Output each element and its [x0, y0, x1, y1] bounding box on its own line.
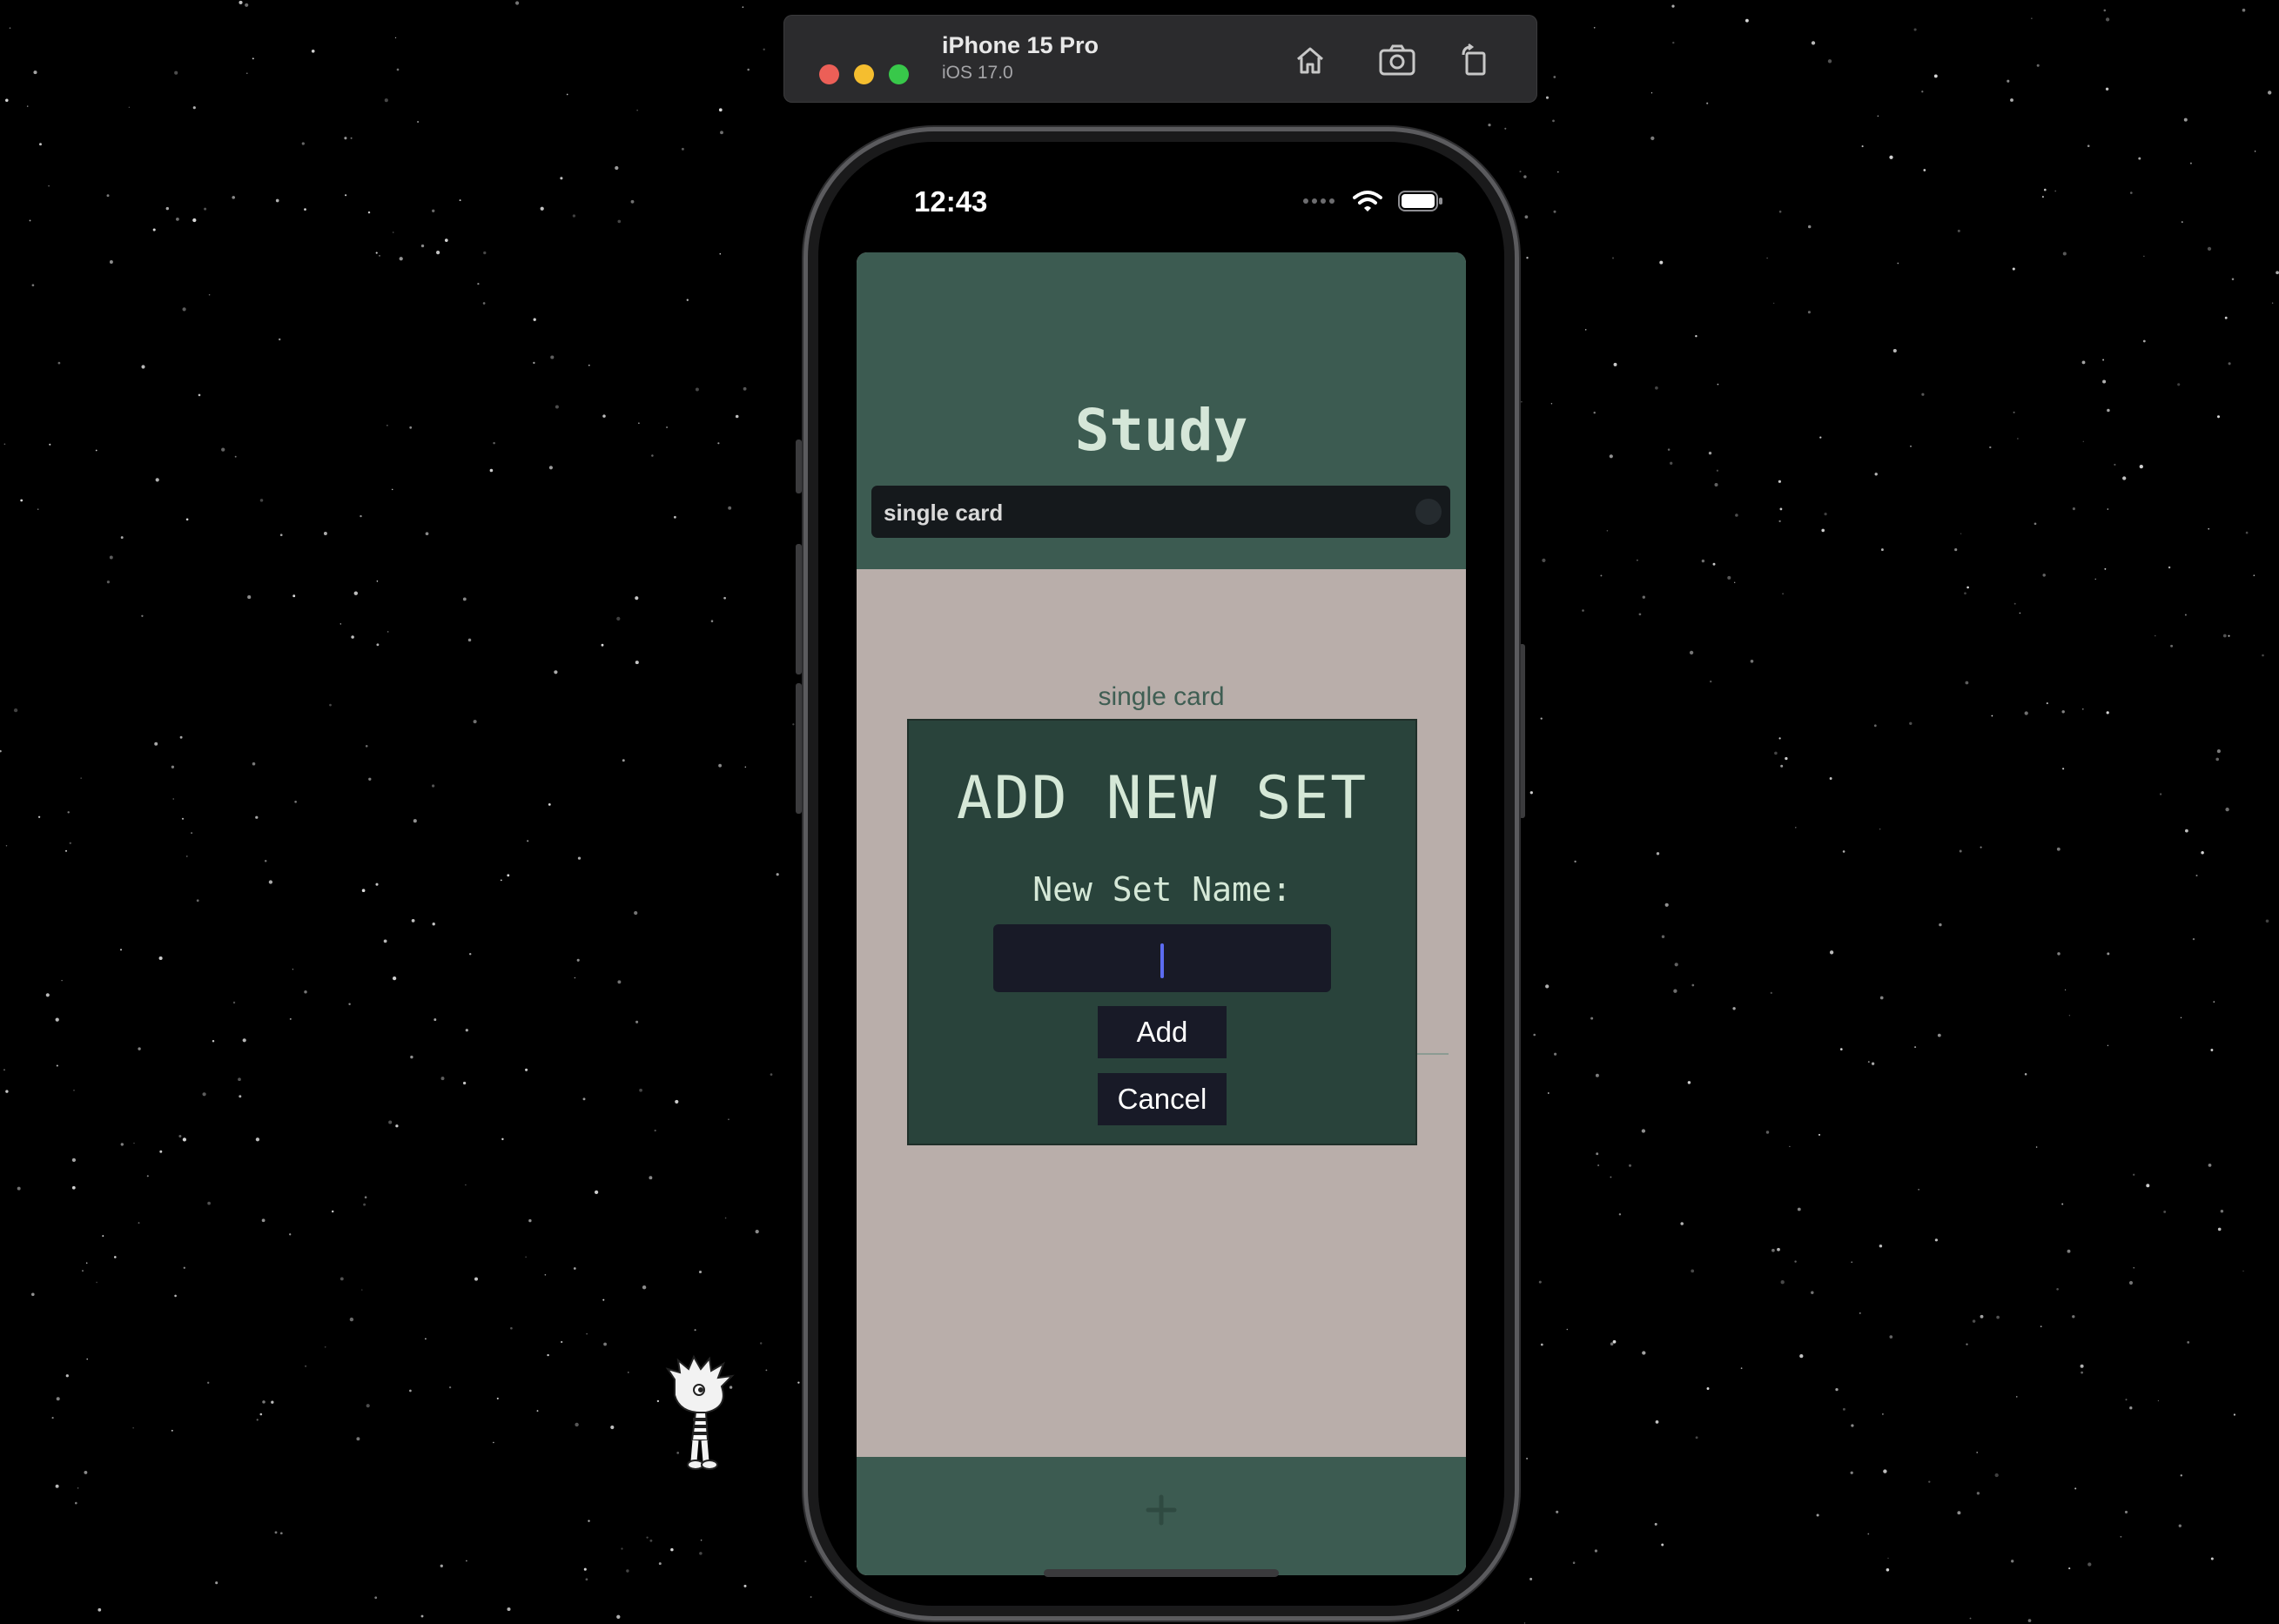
rotate-icon: [1462, 44, 1486, 76]
volume-up-button: [796, 544, 802, 674]
cartoon-character-icon: [665, 1354, 735, 1470]
list-divider: [1414, 1053, 1449, 1055]
bottom-bar: [857, 1457, 1466, 1575]
new-set-name-label: New Set Name:: [1032, 870, 1292, 909]
minimize-window-button[interactable]: [854, 64, 874, 84]
list-item[interactable]: single card: [857, 682, 1466, 712]
action-button: [796, 440, 802, 493]
text-caret: [1160, 943, 1164, 978]
phone-screen: 12:43 Study single card single card ADD …: [818, 142, 1504, 1606]
screenshot-button[interactable]: [1375, 37, 1420, 83]
study-app: Study single card single card ADD NEW SE…: [857, 252, 1466, 1575]
wifi-icon: [1353, 191, 1382, 211]
screenshot-camera-icon: [1379, 44, 1415, 76]
add-new-set-dialog: ADD NEW SET New Set Name: Add Cancel: [909, 721, 1415, 1144]
app-header: Study single card: [857, 252, 1466, 569]
close-window-button[interactable]: [819, 64, 839, 84]
add-button[interactable]: Add: [1098, 1006, 1227, 1058]
dialog-title: ADD NEW SET: [956, 764, 1368, 833]
page-title: Study: [1074, 397, 1248, 464]
home-indicator: [1044, 1569, 1279, 1577]
volume-down-button: [796, 683, 802, 814]
plus-icon[interactable]: [1146, 1494, 1177, 1526]
status-icons: [1302, 190, 1443, 212]
side-button: [1519, 644, 1525, 818]
cancel-button[interactable]: Cancel: [1098, 1073, 1227, 1125]
simulator-toolbar: iPhone 15 Pro iOS 17.0: [783, 15, 1537, 103]
status-time: 12:43: [914, 185, 988, 218]
device-name: iPhone 15 Pro: [942, 32, 1099, 58]
home-button[interactable]: [1287, 37, 1333, 83]
search-input-value: single card: [884, 500, 1004, 526]
clear-search-icon[interactable]: [1415, 499, 1442, 525]
battery-icon: [1398, 191, 1442, 211]
search-input[interactable]: single card: [871, 486, 1450, 538]
signal-dots-icon: [1303, 198, 1334, 204]
rotate-button[interactable]: [1453, 37, 1498, 83]
zoom-window-button[interactable]: [889, 64, 909, 84]
home-icon: [1297, 47, 1323, 74]
device-os-version: iOS 17.0: [942, 63, 1013, 83]
